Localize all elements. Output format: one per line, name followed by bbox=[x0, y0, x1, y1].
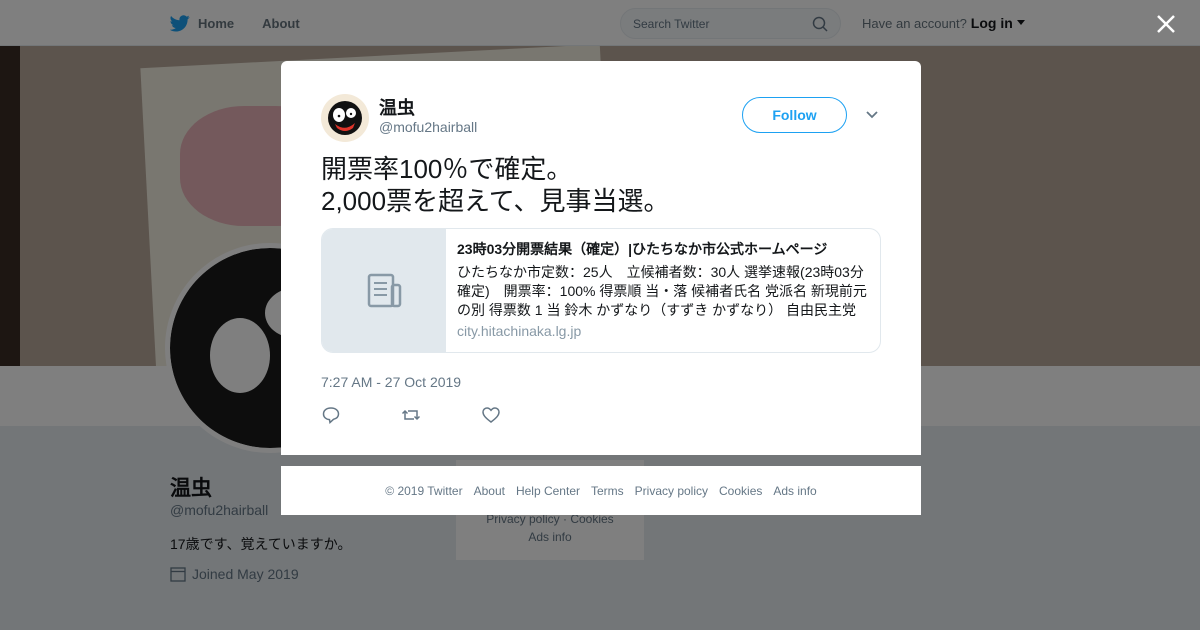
tweet-text: 開票率100％で確定。 2,000票を超えて、見事当選。 bbox=[321, 153, 881, 217]
author-avatar[interactable] bbox=[321, 94, 369, 142]
footer-about-link[interactable]: About bbox=[474, 484, 505, 498]
chevron-down-icon[interactable] bbox=[865, 109, 879, 121]
document-icon bbox=[367, 273, 401, 307]
close-icon[interactable] bbox=[1152, 10, 1180, 38]
card-thumbnail bbox=[322, 229, 446, 352]
footer-help-link[interactable]: Help Center bbox=[516, 484, 580, 498]
footer-copyright: © 2019 Twitter bbox=[385, 483, 463, 498]
like-icon[interactable] bbox=[481, 405, 501, 425]
reply-icon[interactable] bbox=[321, 405, 341, 425]
follow-button[interactable]: Follow bbox=[742, 97, 847, 133]
retweet-icon[interactable] bbox=[401, 405, 421, 425]
card-title: 23時03分開票結果（確定）|ひたちなか市公式ホームページ bbox=[457, 241, 828, 257]
tweet-text-line1: 開票率100％で確定。 bbox=[321, 154, 573, 184]
footer-terms-link[interactable]: Terms bbox=[591, 484, 624, 498]
footer-ads-link[interactable]: Ads info bbox=[773, 484, 816, 498]
tweet-modal: 温虫 @mofu2hairball Follow 開票率100％で確定。 2,0… bbox=[281, 61, 921, 455]
tweet-timestamp[interactable]: 7:27 AM - 27 Oct 2019 bbox=[321, 374, 461, 390]
modal-footer: © 2019 Twitter About Help Center Terms P… bbox=[281, 466, 921, 515]
card-domain: city.hitachinaka.lg.jp bbox=[457, 323, 582, 339]
card-description: ひたちなか市定数：25人 立候補者数：30人 選挙速報(23時03分確定) 開票… bbox=[457, 264, 867, 318]
link-card[interactable]: 23時03分開票結果（確定）|ひたちなか市公式ホームページ ひたちなか市定数：2… bbox=[321, 228, 881, 353]
author-handle[interactable]: @mofu2hairball bbox=[379, 119, 477, 135]
card-body: 23時03分開票結果（確定）|ひたちなか市公式ホームページ ひたちなか市定数：2… bbox=[446, 229, 880, 352]
tweet-actions bbox=[321, 405, 501, 425]
tweet-text-line2: 2,000票を超えて、見事当選。 bbox=[321, 186, 670, 216]
avatar-image bbox=[328, 101, 362, 135]
footer-privacy-link[interactable]: Privacy policy bbox=[635, 484, 708, 498]
footer-cookies-link[interactable]: Cookies bbox=[719, 484, 762, 498]
author-name[interactable]: 温虫 bbox=[379, 94, 415, 120]
